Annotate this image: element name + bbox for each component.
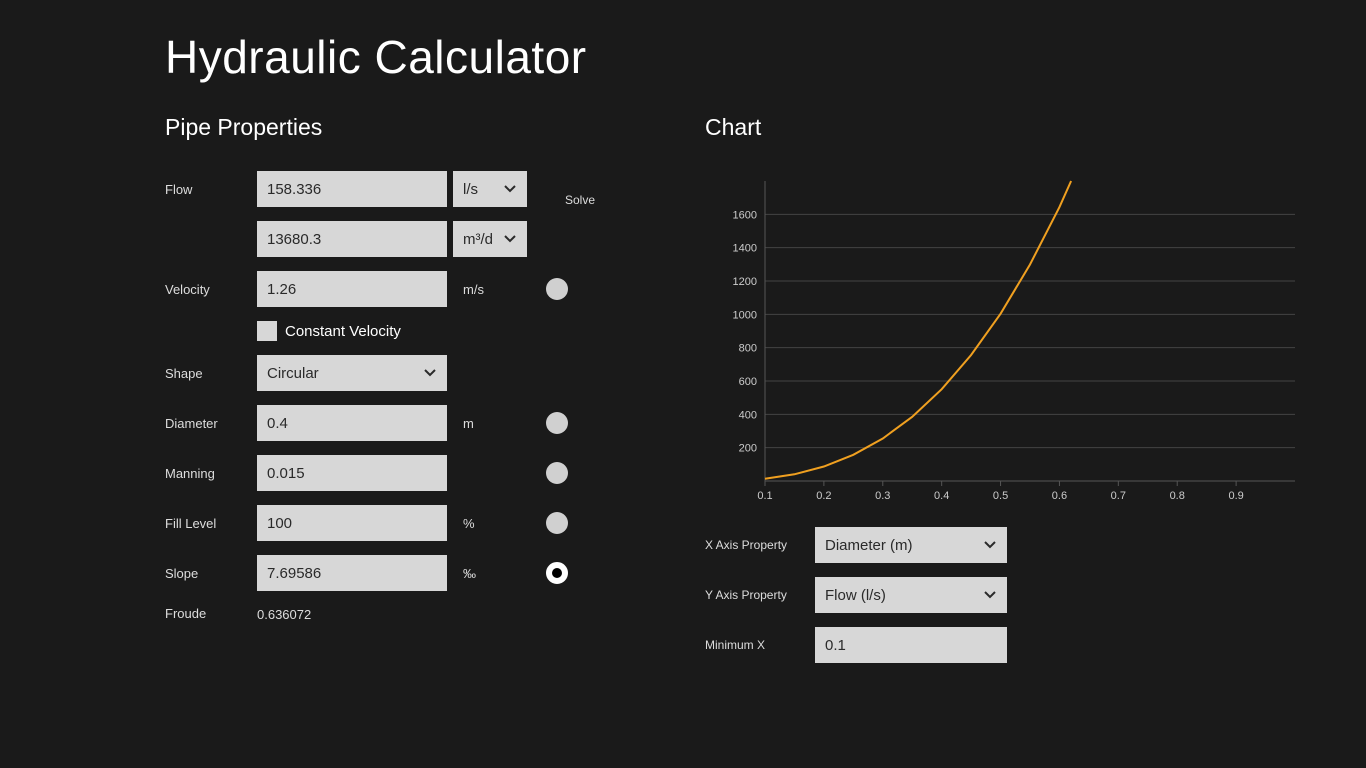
fill-level-input[interactable] [257, 505, 447, 541]
svg-text:0.9: 0.9 [1228, 490, 1243, 502]
slope-unit: ‰ [453, 566, 537, 581]
shape-label: Shape [165, 366, 257, 381]
page-title: Hydraulic Calculator [165, 30, 1366, 84]
froude-label: Froude [165, 606, 257, 621]
solve-manning-radio[interactable] [546, 462, 568, 484]
chevron-down-icon [503, 232, 517, 246]
slope-input[interactable] [257, 555, 447, 591]
shape-value: Circular [267, 365, 319, 382]
svg-text:1600: 1600 [733, 209, 757, 221]
constant-velocity-label: Constant Velocity [285, 323, 401, 340]
fill-level-unit: % [453, 516, 537, 531]
svg-text:0.4: 0.4 [934, 490, 949, 502]
x-axis-property-select[interactable]: Diameter (m) [815, 527, 1007, 563]
solve-slope-radio[interactable] [546, 562, 568, 584]
svg-text:1200: 1200 [733, 276, 757, 288]
froude-value: 0.636072 [257, 605, 453, 622]
chevron-down-icon [423, 366, 437, 380]
svg-text:0.6: 0.6 [1052, 490, 1067, 502]
manning-input[interactable] [257, 455, 447, 491]
y-axis-property-value: Flow (l/s) [825, 587, 886, 604]
chart-plot: 200 400 600 800 1000 1200 1400 1600 0.1 0.2 0.3 0.4… [705, 171, 1305, 511]
flow-unit-2-select[interactable]: m³/d [453, 221, 527, 257]
svg-text:0.8: 0.8 [1170, 490, 1185, 502]
manning-label: Manning [165, 466, 257, 481]
pipe-properties-heading: Pipe Properties [165, 114, 635, 141]
svg-text:400: 400 [739, 409, 757, 421]
flow-input-2[interactable] [257, 221, 447, 257]
svg-text:600: 600 [739, 376, 757, 388]
flow-unit-1-select[interactable]: l/s [453, 171, 527, 207]
fill-level-label: Fill Level [165, 516, 257, 531]
chevron-down-icon [503, 182, 517, 196]
solve-fill-level-radio[interactable] [546, 512, 568, 534]
velocity-label: Velocity [165, 282, 257, 297]
svg-text:0.7: 0.7 [1111, 490, 1126, 502]
chart-heading: Chart [705, 114, 1305, 141]
svg-text:0.1: 0.1 [757, 490, 772, 502]
svg-text:1000: 1000 [733, 309, 757, 321]
y-axis-property-label: Y Axis Property [705, 588, 815, 602]
y-axis-property-select[interactable]: Flow (l/s) [815, 577, 1007, 613]
chevron-down-icon [983, 538, 997, 552]
pipe-properties-panel: Pipe Properties Solve Flow l/s m³/d [165, 114, 635, 663]
svg-text:200: 200 [739, 443, 757, 455]
solve-diameter-radio[interactable] [546, 412, 568, 434]
velocity-unit: m/s [453, 282, 537, 297]
velocity-input[interactable] [257, 271, 447, 307]
svg-text:0.2: 0.2 [816, 490, 831, 502]
svg-text:0.5: 0.5 [993, 490, 1008, 502]
minimum-x-input[interactable] [815, 627, 1007, 663]
diameter-label: Diameter [165, 416, 257, 431]
flow-unit-1-value: l/s [463, 181, 478, 198]
diameter-input[interactable] [257, 405, 447, 441]
flow-input-1[interactable] [257, 171, 447, 207]
chevron-down-icon [983, 588, 997, 602]
svg-text:800: 800 [739, 343, 757, 355]
svg-text:1400: 1400 [733, 243, 757, 255]
x-axis-property-label: X Axis Property [705, 538, 815, 552]
svg-text:0.3: 0.3 [875, 490, 890, 502]
constant-velocity-checkbox[interactable] [257, 321, 277, 341]
flow-unit-2-value: m³/d [463, 231, 493, 248]
flow-label: Flow [165, 182, 257, 197]
solve-velocity-radio[interactable] [546, 278, 568, 300]
diameter-unit: m [453, 416, 537, 431]
solve-column-header: Solve [565, 193, 595, 207]
x-axis-property-value: Diameter (m) [825, 537, 913, 554]
shape-select[interactable]: Circular [257, 355, 447, 391]
minimum-x-label: Minimum X [705, 638, 815, 652]
slope-label: Slope [165, 566, 257, 581]
chart-panel: Chart 200 400 600 800 1000 1200 1400 1600 0.1 0.2… [705, 114, 1305, 663]
